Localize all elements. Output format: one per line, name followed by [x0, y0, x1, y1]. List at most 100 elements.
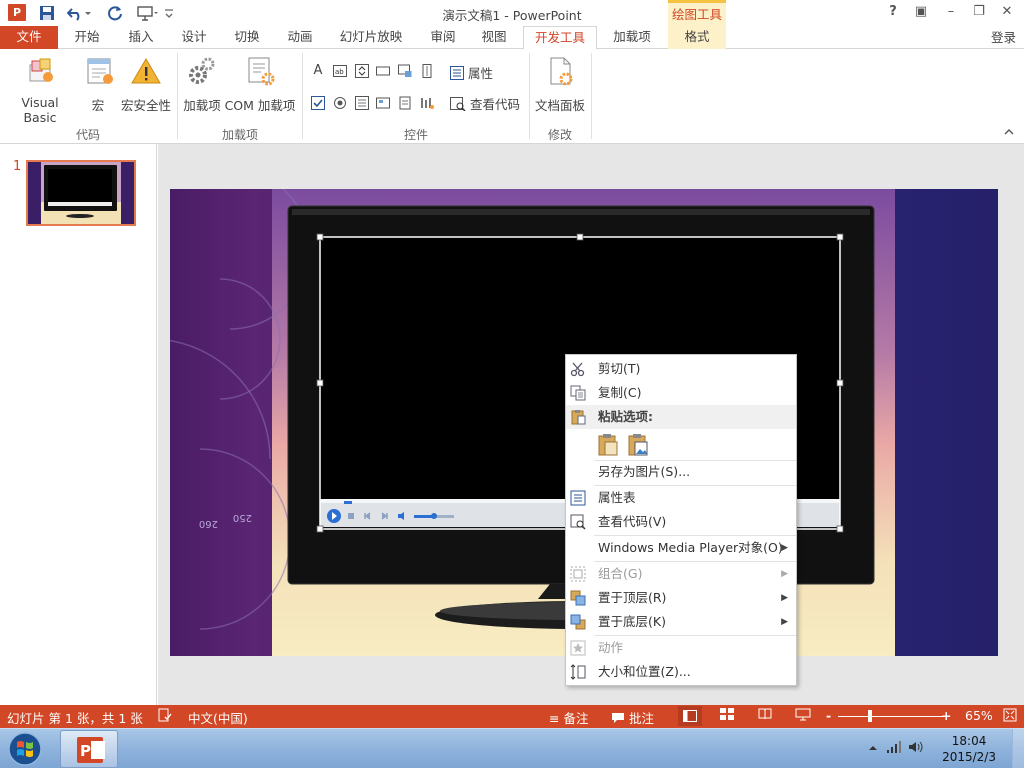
svg-text:250: 250	[233, 512, 252, 523]
network-icon[interactable]	[886, 740, 902, 757]
title-bar: P 演示文稿1 - PowerPoint 绘图工具 ? ▣ – ❐ ✕	[0, 0, 1024, 26]
spellcheck-icon[interactable]	[158, 708, 172, 725]
comments-button[interactable]: 批注	[611, 708, 654, 727]
scissors-icon	[570, 362, 585, 377]
button-control-icon[interactable]	[376, 64, 390, 78]
ribbon-display-button[interactable]: ▣	[910, 2, 932, 22]
minimize-button[interactable]: –	[940, 2, 962, 22]
help-button[interactable]: ?	[882, 2, 904, 22]
tab-animations[interactable]: 动画	[277, 26, 323, 49]
window-title: 演示文稿1 - PowerPoint	[442, 8, 582, 23]
restore-button[interactable]: ❐	[968, 2, 990, 22]
slide-thumbnail-pane: 1	[0, 144, 157, 705]
zoom-out-button[interactable]: -	[826, 708, 831, 723]
menu-item-group: 组合(G) ▶	[566, 562, 796, 586]
slide-sorter-button[interactable]	[720, 708, 734, 723]
macros-button[interactable]: 宏	[84, 55, 113, 114]
scrollbar-control-icon[interactable]	[420, 64, 434, 78]
listbox-control-icon[interactable]	[355, 96, 369, 110]
image-control-icon[interactable]	[398, 64, 412, 78]
tab-file[interactable]: 文件	[0, 26, 58, 49]
svg-text:260: 260	[199, 518, 218, 529]
document-panel-icon	[550, 57, 573, 86]
drawing-tools-context: 绘图工具	[668, 0, 726, 26]
menu-item-cut[interactable]: 剪切(T)	[566, 357, 796, 381]
tab-transitions[interactable]: 切换	[224, 26, 270, 49]
frame-control-icon[interactable]	[376, 96, 390, 110]
document-panel-button[interactable]: 文档面板	[533, 55, 587, 114]
menu-item-action: 动作	[566, 636, 796, 660]
fit-window-icon	[1003, 708, 1017, 722]
paste-option-keep-source[interactable]	[596, 433, 620, 457]
login-link[interactable]: 登录	[991, 27, 1016, 46]
zoom-level[interactable]: 65%	[965, 708, 993, 723]
textbox-control-icon[interactable]: ab	[333, 64, 347, 78]
slide-number: 1	[13, 159, 22, 174]
clock-date: 2015/2/3	[942, 750, 996, 764]
tab-design[interactable]: 设计	[171, 26, 217, 49]
properties-button[interactable]: 属性	[450, 63, 510, 82]
slide-thumbnail[interactable]	[26, 160, 136, 226]
tab-addins[interactable]: 加载项	[605, 26, 659, 49]
show-desktop-button[interactable]	[1012, 729, 1024, 768]
normal-view-button[interactable]	[678, 706, 702, 726]
tab-view[interactable]: 视图	[471, 26, 517, 49]
view-code-icon	[570, 514, 586, 530]
more-controls-icon[interactable]	[420, 96, 434, 110]
menu-item-view-code[interactable]: 查看代码(V)	[566, 510, 796, 534]
action-star-icon	[570, 640, 586, 656]
tab-home[interactable]: 开始	[64, 26, 110, 49]
spin-control-icon[interactable]	[355, 64, 369, 78]
notes-button[interactable]: ≡ 备注	[549, 708, 588, 727]
submenu-arrow-icon: ▶	[781, 593, 788, 603]
macro-security-button[interactable]: 宏安全性	[118, 55, 174, 114]
view-code-button[interactable]: 查看代码	[450, 94, 522, 113]
language-status[interactable]: 中文(中国)	[188, 708, 248, 727]
slide-sorter-icon	[720, 708, 734, 720]
menu-header-paste-options: 粘贴选项:	[566, 405, 796, 429]
tab-developer[interactable]: 开发工具	[523, 26, 597, 50]
menu-item-save-as-picture[interactable]: 另存为图片(S)...	[566, 460, 796, 484]
reading-view-button[interactable]	[758, 708, 772, 723]
bring-to-front-icon	[570, 590, 586, 606]
tab-slideshow[interactable]: 幻灯片放映	[334, 26, 408, 49]
volume-icon[interactable]	[908, 740, 924, 757]
fit-to-window-button[interactable]	[1003, 708, 1017, 725]
taskbar-clock[interactable]: 18:04 2015/2/3	[942, 733, 996, 765]
tab-format[interactable]: 格式	[668, 26, 726, 49]
tab-insert[interactable]: 插入	[118, 26, 164, 49]
tray-expand-icon[interactable]	[868, 741, 878, 755]
menu-item-wmp-object[interactable]: Windows Media Player对象(O) ▶	[566, 536, 796, 560]
zoom-in-button[interactable]: +	[941, 708, 951, 723]
zoom-slider-thumb[interactable]	[868, 710, 873, 722]
radio-control-icon[interactable]	[333, 96, 347, 110]
size-position-icon	[570, 664, 586, 680]
collapse-ribbon-icon[interactable]	[1004, 128, 1014, 139]
warning-icon	[131, 58, 161, 84]
visual-basic-button[interactable]: Visual Basic	[4, 55, 76, 125]
slideshow-button[interactable]	[795, 708, 811, 724]
addins-button[interactable]: 加载项	[181, 55, 223, 114]
checkbox-control-icon[interactable]	[311, 96, 325, 110]
clipboard-icon	[571, 410, 586, 425]
svg-text:P: P	[80, 742, 91, 760]
taskbar-powerpoint-button[interactable]: P	[60, 730, 118, 768]
zoom-slider[interactable]	[838, 710, 944, 722]
submenu-arrow-icon: ▶	[781, 569, 788, 579]
submenu-arrow-icon: ▶	[781, 617, 788, 627]
menu-item-property-sheet[interactable]: 属性表	[566, 486, 796, 510]
menu-item-copy[interactable]: 复制(C)	[566, 381, 796, 405]
label-control-icon[interactable]: A	[311, 64, 325, 78]
menu-item-bring-to-front[interactable]: 置于顶层(R) ▶	[566, 586, 796, 610]
com-addins-button[interactable]: COM 加载项	[224, 55, 296, 114]
slideshow-icon	[795, 708, 811, 721]
toggle-control-icon[interactable]	[398, 96, 412, 110]
paste-option-picture[interactable]	[626, 433, 650, 457]
tab-review[interactable]: 审阅	[420, 26, 466, 49]
menu-item-size-position[interactable]: 大小和位置(Z)...	[566, 660, 796, 684]
windows-logo-icon	[8, 732, 42, 766]
start-button[interactable]	[4, 731, 46, 767]
properties-icon	[450, 66, 464, 80]
menu-item-send-to-back[interactable]: 置于底层(K) ▶	[566, 610, 796, 634]
close-button[interactable]: ✕	[996, 2, 1018, 22]
